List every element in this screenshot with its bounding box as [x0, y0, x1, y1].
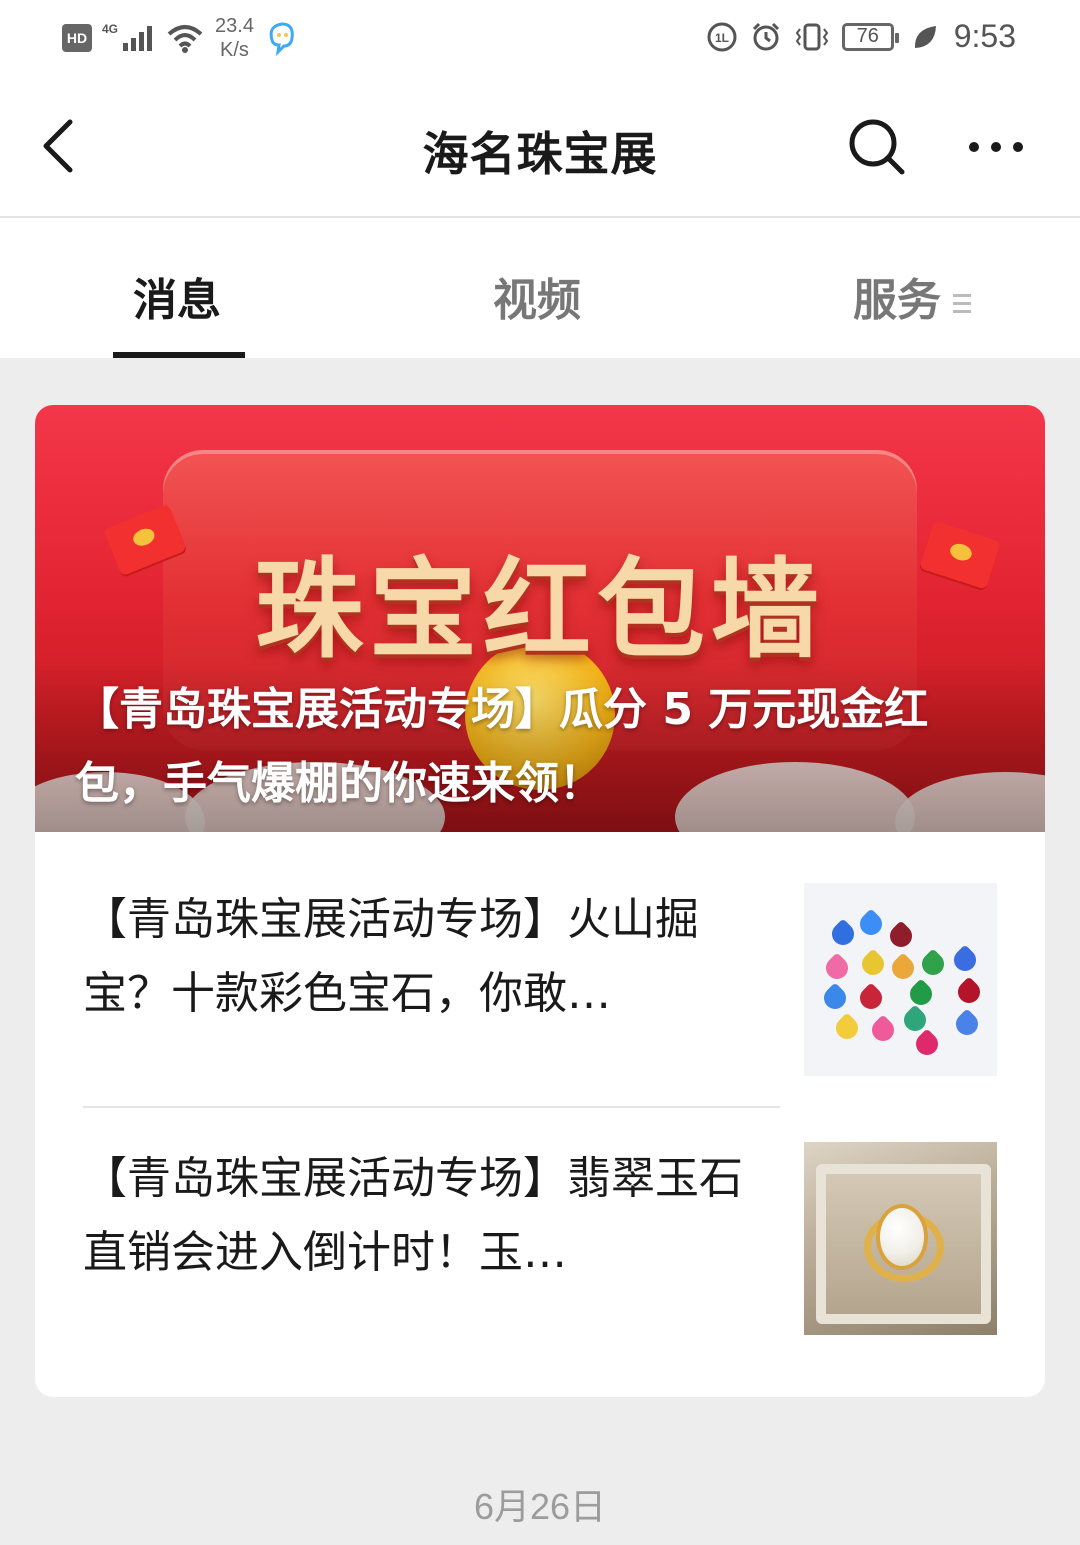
search-icon[interactable]	[848, 118, 906, 176]
nav-bar: 海名珠宝展	[0, 80, 1080, 218]
gem	[917, 948, 949, 980]
hd-voice-icon: HD	[62, 24, 92, 52]
alarm-icon	[752, 22, 779, 50]
gem	[949, 944, 981, 976]
gem	[885, 920, 917, 952]
eco-leaf-icon	[914, 25, 936, 48]
speed-unit: K/s	[220, 39, 249, 61]
gem	[827, 918, 859, 950]
date-label: 6月26日	[473, 1486, 607, 1527]
gem	[951, 1008, 983, 1040]
gem	[855, 908, 887, 940]
gem	[867, 1014, 899, 1046]
status-bar-left: HD 4G 23.4 K/s	[62, 14, 298, 62]
more-icon[interactable]	[966, 132, 1026, 162]
banner-caption: 【青岛珠宝展活动专场】瓜分 5 万元现金红包，手气爆棚的你速来领！	[75, 684, 929, 809]
network-type: 4G	[102, 22, 119, 36]
article-card: 珠宝红包墙 【青岛珠宝展活动专场】瓜分 5 万元现金红包，手气爆棚的你速来领！ …	[35, 405, 1045, 1397]
divider	[83, 1106, 780, 1108]
tab-bar: 消息 视频 服务	[0, 218, 1080, 358]
battery-icon: 76	[841, 22, 899, 51]
hd-call-icon: 1L	[707, 22, 737, 51]
svg-text:1L: 1L	[715, 31, 729, 45]
gem	[831, 1012, 863, 1044]
active-tab-indicator	[113, 352, 245, 358]
jade-ring-thumbnail	[804, 1142, 997, 1335]
tab-messages[interactable]: 消息	[133, 264, 221, 328]
speed-value: 23.4	[215, 15, 254, 37]
gem	[855, 982, 887, 1014]
tab-videos[interactable]: 视频	[493, 264, 581, 328]
jade-stone	[876, 1204, 928, 1270]
gem	[819, 982, 851, 1014]
tab-services-label: 服务	[853, 275, 941, 326]
gem	[887, 952, 919, 984]
article-title: 【青岛珠宝展活动专场】火山掘宝？十款彩色宝石，你敢…	[83, 894, 699, 1019]
network-speed: 23.4 K/s	[215, 14, 254, 62]
clock: 9:53	[953, 18, 1016, 54]
gem	[905, 978, 937, 1010]
gem	[821, 952, 853, 984]
gem	[911, 1028, 943, 1060]
gem	[857, 948, 889, 980]
status-bar-right: 1L 76 9:53	[706, 18, 1016, 55]
menu-icon	[953, 289, 971, 318]
assistant-icon	[269, 22, 294, 56]
banner-headline-graphic: 珠宝红包墙	[254, 548, 825, 673]
vibrate-icon	[795, 23, 828, 50]
article-title: 【青岛珠宝展活动专场】翡翠玉石直销会进入倒计时！玉…	[83, 1153, 743, 1278]
signal-icon: 4G	[102, 23, 155, 53]
page-title: 海名珠宝展	[422, 127, 658, 181]
gemstones-thumbnail	[804, 883, 997, 1076]
tab-services[interactable]: 服务	[853, 264, 971, 328]
status-bar: HD 4G 23.4 K/s 1L 76 9:53	[0, 0, 1080, 80]
wifi-icon	[167, 25, 203, 53]
gem	[953, 976, 985, 1008]
banner-article[interactable]: 珠宝红包墙 【青岛珠宝展活动专场】瓜分 5 万元现金红包，手气爆棚的你速来领！	[35, 405, 1045, 832]
